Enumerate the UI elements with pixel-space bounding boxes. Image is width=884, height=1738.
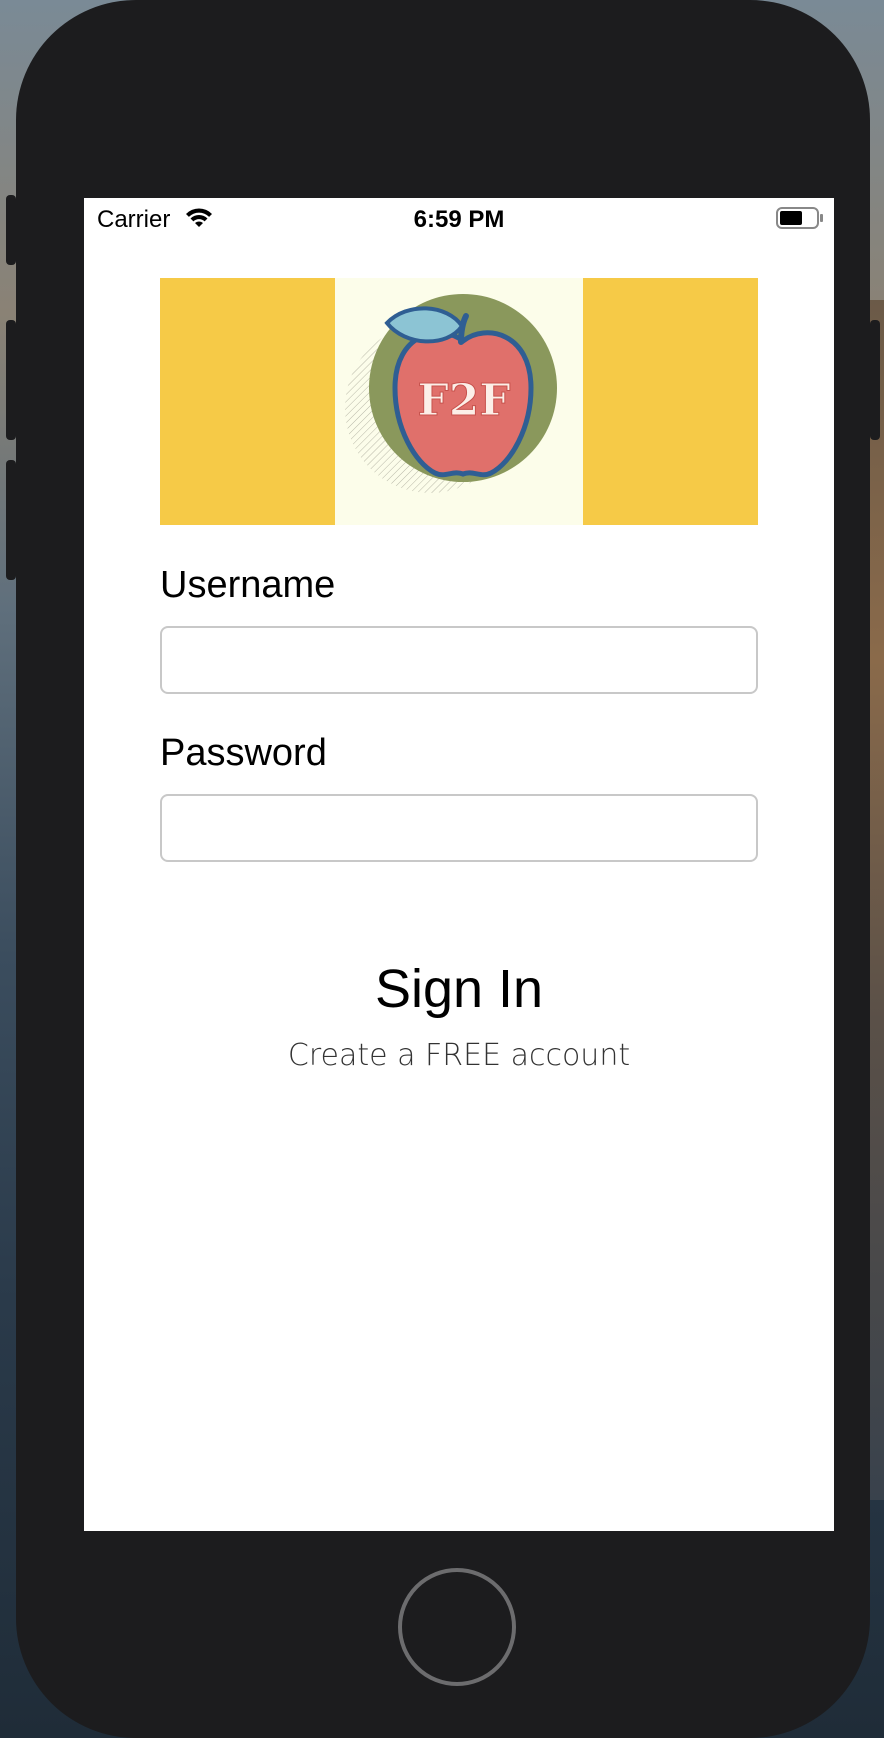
username-label: Username — [160, 564, 336, 606]
phone-frame: Carrier 6:59 PM F2F Username Password Si… — [6, 0, 880, 1738]
username-field[interactable] — [160, 626, 758, 694]
create-account-link[interactable]: Create a FREE account — [84, 1038, 834, 1073]
home-button[interactable] — [398, 1568, 516, 1686]
mute-switch — [6, 195, 16, 265]
logo-image: F2F — [335, 278, 583, 525]
status-bar: Carrier 6:59 PM — [84, 198, 834, 238]
status-time: 6:59 PM — [413, 206, 505, 233]
sign-in-button[interactable]: Sign In — [84, 958, 834, 1020]
password-label: Password — [160, 732, 327, 774]
power-button — [870, 320, 880, 440]
battery-icon — [776, 207, 823, 229]
volume-down-button — [6, 460, 16, 580]
volume-up-button — [6, 320, 16, 440]
password-field[interactable] — [160, 794, 758, 862]
apple-logo-icon: F2F — [345, 294, 557, 493]
logo-banner: F2F — [160, 278, 758, 525]
app-screen: Carrier 6:59 PM F2F Username Password Si… — [84, 198, 834, 1531]
logo-text: F2F — [417, 375, 510, 426]
